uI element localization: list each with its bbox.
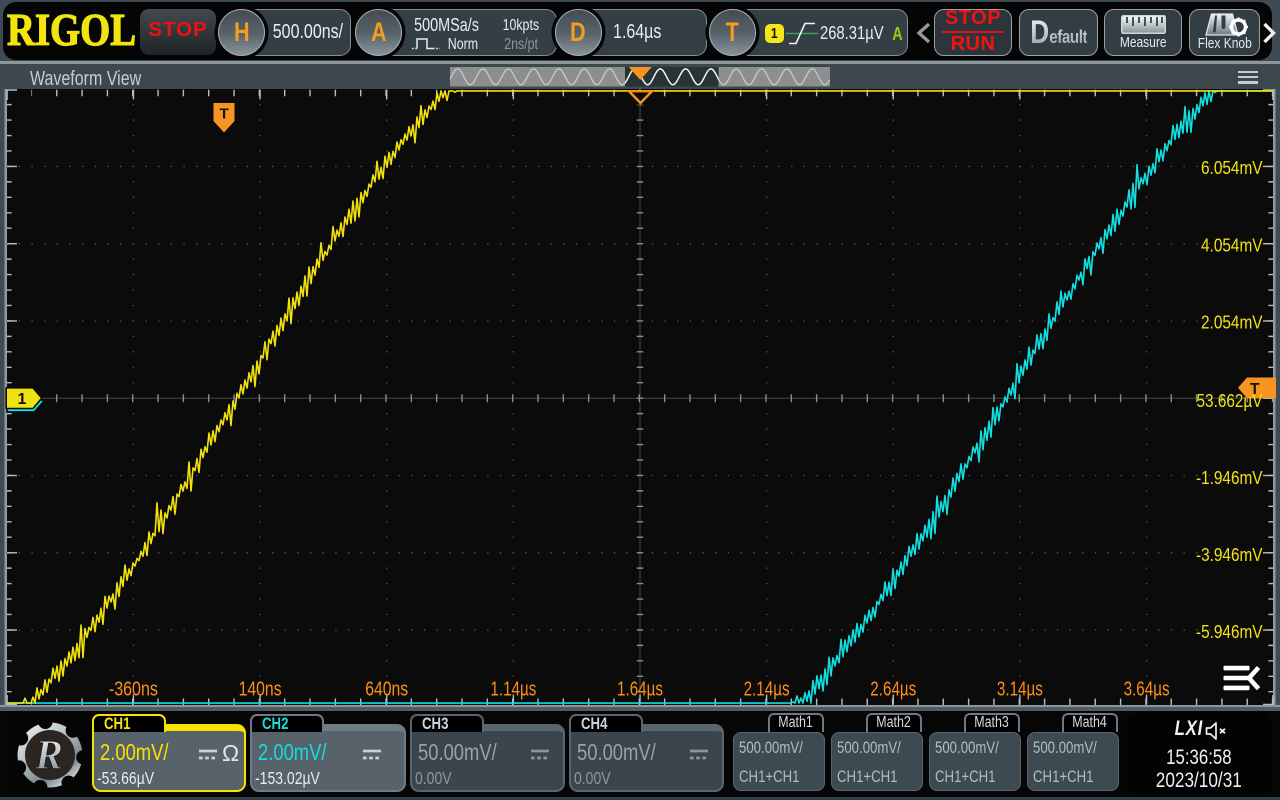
svg-text:3.64µs: 3.64µs — [1124, 679, 1170, 701]
svg-text:R: R — [34, 733, 63, 779]
svg-text:3.14µs: 3.14µs — [997, 679, 1043, 701]
svg-text:-1.946mV: -1.946mV — [1196, 467, 1263, 488]
svg-text:4.054mV: 4.054mV — [1201, 234, 1263, 255]
svg-text:1: 1 — [18, 391, 27, 408]
svg-text:-5.946mV: -5.946mV — [1196, 621, 1263, 642]
svg-text:1.14µs: 1.14µs — [490, 679, 536, 701]
svg-text:53.662µV: 53.662µV — [1197, 390, 1264, 411]
svg-text:2.64µs: 2.64µs — [870, 679, 916, 701]
svg-text:6.054mV: 6.054mV — [1201, 157, 1263, 178]
svg-text:2.14µs: 2.14µs — [744, 679, 790, 701]
svg-text:2.054mV: 2.054mV — [1201, 312, 1263, 333]
svg-text:T: T — [220, 106, 229, 123]
svg-text:-360ns: -360ns — [109, 679, 158, 701]
svg-text:140ns: 140ns — [239, 679, 282, 701]
svg-text:640ns: 640ns — [365, 679, 408, 701]
svg-text:-3.946mV: -3.946mV — [1196, 544, 1263, 565]
svg-text:1.64µs: 1.64µs — [617, 679, 663, 701]
